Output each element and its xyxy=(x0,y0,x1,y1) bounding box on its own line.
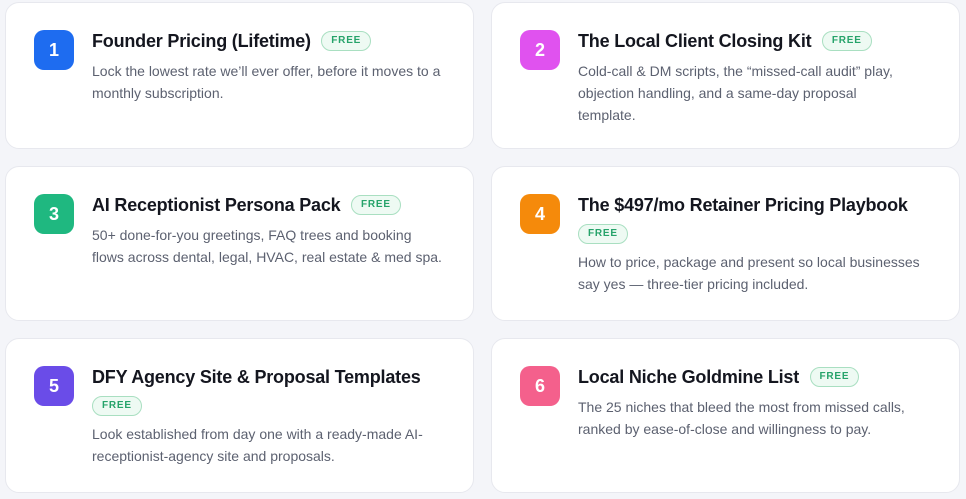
number-badge-3: 3 xyxy=(34,194,74,234)
card-description-3: 50+ done-for-you greetings, FAQ trees an… xyxy=(92,227,442,265)
card-title-6: Local Niche Goldmine List xyxy=(578,367,800,387)
number-badge-6: 6 xyxy=(520,366,560,406)
bonus-card-5: 5 DFY Agency Site & Proposal Templates F… xyxy=(5,338,474,493)
card-description-6: The 25 niches that bleed the most from m… xyxy=(578,399,905,437)
bonus-card-2: 2 The Local Client Closing Kit FREE Cold… xyxy=(491,2,960,149)
free-badge-3: FREE xyxy=(350,195,401,215)
card-description-4: How to price, package and present so loc… xyxy=(578,254,920,292)
card-description-5: Look established from day one with a rea… xyxy=(92,426,423,464)
card-description-2: Cold-call & DM scripts, the “missed-call… xyxy=(578,63,893,123)
bonus-grid: 1 Founder Pricing (Lifetime) FREE Lock t… xyxy=(0,0,966,499)
number-badge-1: 1 xyxy=(34,30,74,70)
card-title-2: The Local Client Closing Kit xyxy=(578,31,812,51)
number-badge-5: 5 xyxy=(34,366,74,406)
free-badge-6: FREE xyxy=(809,367,860,387)
bonus-card-1: 1 Founder Pricing (Lifetime) FREE Lock t… xyxy=(5,2,474,149)
number-badge-4: 4 xyxy=(520,194,560,234)
free-badge-1: FREE xyxy=(321,31,372,51)
free-badge-4: FREE xyxy=(578,224,628,244)
card-title-3: AI Receptionist Persona Pack xyxy=(92,195,341,215)
card-title-5: DFY Agency Site & Proposal Templates xyxy=(92,367,421,387)
number-badge-2: 2 xyxy=(520,30,560,70)
bonus-card-6: 6 Local Niche Goldmine List FREE The 25 … xyxy=(491,338,960,493)
card-title-4: The $497/mo Retainer Pricing Playbook xyxy=(578,195,908,215)
free-badge-5: FREE xyxy=(92,396,142,416)
free-badge-2: FREE xyxy=(821,31,872,51)
card-description-1: Lock the lowest rate we’ll ever offer, b… xyxy=(92,63,441,101)
bonus-card-3: 3 AI Receptionist Persona Pack FREE 50+ … xyxy=(5,166,474,321)
card-title-1: Founder Pricing (Lifetime) xyxy=(92,31,311,51)
bonus-card-4: 4 The $497/mo Retainer Pricing Playbook … xyxy=(491,166,960,321)
